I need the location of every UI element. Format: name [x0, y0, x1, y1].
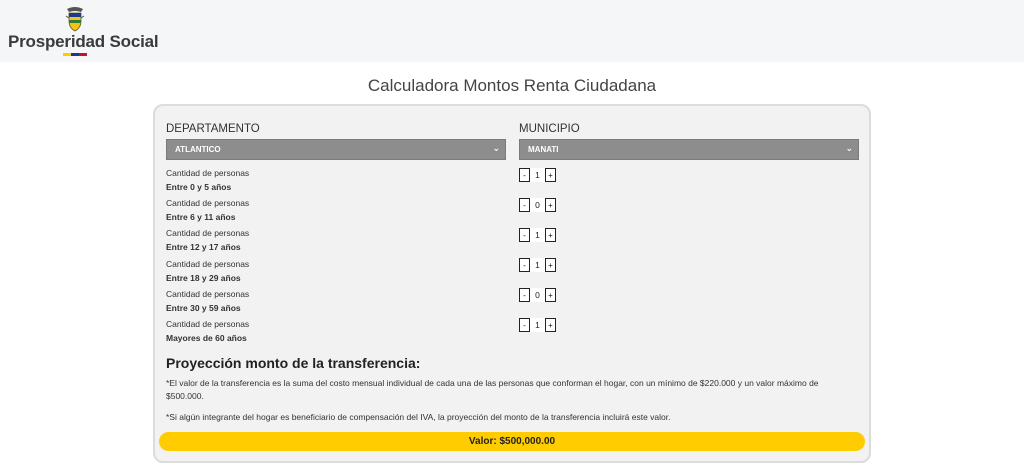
quantity-stepper: - 1 + — [519, 258, 556, 272]
increment-button[interactable]: + — [545, 288, 556, 302]
age-row-label: Cantidad de personas Entre 12 y 17 años — [166, 228, 250, 252]
departamento-label: DEPARTAMENTO — [166, 123, 260, 135]
age-row-label: Cantidad de personas Entre 6 y 11 años — [166, 198, 250, 222]
quantity-stepper: - 1 + — [519, 228, 556, 242]
quantity-value[interactable]: 1 — [530, 168, 545, 182]
chevron-down-icon: ⌄ — [492, 143, 500, 153]
result-value-bar: Valor: $500,000.00 — [159, 432, 865, 451]
decrement-button[interactable]: - — [519, 228, 530, 242]
increment-button[interactable]: + — [545, 318, 556, 332]
projection-note-range: *El valor de la transferencia es la suma… — [166, 378, 819, 401]
age-row-label: Cantidad de personas Entre 0 y 5 años — [166, 168, 250, 192]
calculator-card: DEPARTAMENTO ATLANTICO ⌄ MUNICIPIO MANAT… — [153, 104, 871, 463]
quantity-stepper: - 1 + — [519, 318, 556, 332]
projection-note-iva: *Si algún integrante del hogar es benefi… — [166, 412, 671, 422]
age-row-label: Cantidad de personas Entre 18 y 29 años — [166, 259, 250, 283]
decrement-button[interactable]: - — [519, 198, 530, 212]
decrement-button[interactable]: - — [519, 258, 530, 272]
quantity-value[interactable]: 1 — [530, 258, 545, 272]
chevron-down-icon: ⌄ — [845, 143, 853, 153]
decrement-button[interactable]: - — [519, 288, 530, 302]
increment-button[interactable]: + — [545, 198, 556, 212]
prosperidad-social-logo[interactable]: Prosperidad Social — [8, 4, 159, 58]
projection-title: Proyección monto de la transferencia: — [166, 355, 421, 371]
municipio-select[interactable]: MANATI ⌄ — [519, 139, 859, 160]
increment-button[interactable]: + — [545, 168, 556, 182]
quantity-value[interactable]: 1 — [530, 228, 545, 242]
colombia-coat-of-arms-icon — [65, 7, 85, 32]
increment-button[interactable]: + — [545, 228, 556, 242]
brand-name: Prosperidad Social — [8, 32, 159, 51]
page-title: Calculadora Montos Renta Ciudadana — [367, 76, 657, 95]
colombia-flag-stripe — [63, 53, 87, 56]
quantity-value[interactable]: 0 — [530, 288, 545, 302]
quantity-stepper: - 1 + — [519, 168, 556, 182]
departamento-select[interactable]: ATLANTICO ⌄ — [166, 139, 506, 160]
quantity-stepper: - 0 + — [519, 288, 556, 302]
quantity-value[interactable]: 0 — [530, 198, 545, 212]
quantity-value[interactable]: 1 — [530, 318, 545, 332]
decrement-button[interactable]: - — [519, 168, 530, 182]
municipio-value: MANATI — [528, 145, 559, 154]
age-row-label: Cantidad de personas Entre 30 y 59 años — [166, 289, 250, 313]
increment-button[interactable]: + — [545, 258, 556, 272]
municipio-label: MUNICIPIO — [519, 123, 580, 135]
quantity-stepper: - 0 + — [519, 198, 556, 212]
decrement-button[interactable]: - — [519, 318, 530, 332]
age-row-label: Cantidad de personas Mayores de 60 años — [166, 319, 250, 343]
departamento-value: ATLANTICO — [175, 145, 221, 154]
header-bar: Prosperidad Social — [0, 0, 1024, 62]
